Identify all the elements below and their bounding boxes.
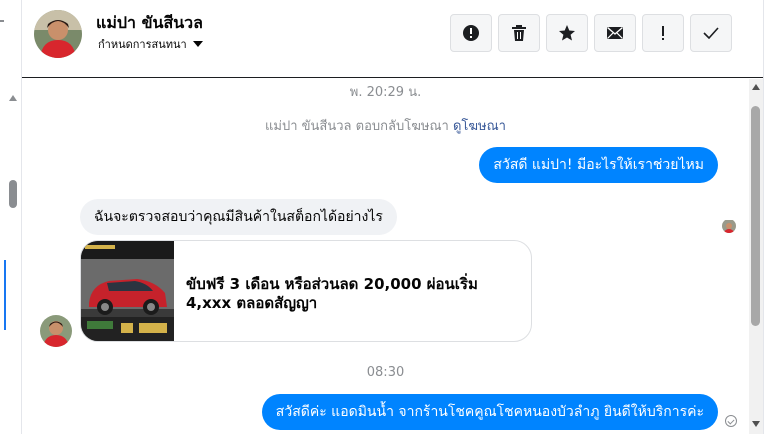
avatar[interactable] [40, 315, 72, 347]
conversation-toolbar [450, 14, 732, 52]
star-icon [559, 25, 575, 41]
chat-scrollbar-thumb[interactable] [751, 106, 760, 326]
left-scrollbar-thumb[interactable] [9, 180, 17, 208]
message-text: ฉันจะตรวจสอบว่าคุณมีสินค้าในสต็อกได้อย่า… [94, 209, 383, 225]
message-text: สวัสดี แม่ปา! มีอะไรให้เราช่วยไหม [493, 157, 704, 173]
alert-circle-icon [463, 25, 479, 41]
chat-scrollbar[interactable] [749, 79, 763, 434]
conversation-status-label: กำหนดการสนทนา [98, 38, 187, 51]
scroll-up-icon[interactable] [752, 84, 760, 90]
timestamp: 08:30 [366, 365, 405, 380]
panel-edge-mark [0, 20, 4, 22]
message-text: สวัสดีค่ะ แอดมินน้ำ จากร้านโชคคูณโชคหนอง… [275, 404, 704, 420]
timestamp: พ. 20:29 น. [349, 85, 422, 100]
ad-reply-text: แม่ปา ขันสีนวล ตอบกลับโฆษณา [265, 119, 449, 134]
ad-card-title: ขับฟรี 3 เดือน หรือส่วนลด 20,000 ผ่อนเริ… [186, 275, 478, 312]
check-icon [703, 27, 719, 39]
exclamation-icon [662, 26, 664, 40]
view-ad-link[interactable]: ดูโฆษณา [453, 119, 506, 134]
caret-down-icon [192, 41, 203, 47]
incoming-message: ฉันจะตรวจสอบว่าคุณมีสินค้าในสต็อกได้อย่า… [80, 199, 397, 235]
ad-card[interactable]: ขับฟรี 3 เดือน หรือส่วนลด 20,000 ผ่อนเริ… [80, 240, 532, 342]
ad-car-image [81, 241, 174, 341]
mark-done-button[interactable] [690, 14, 732, 52]
seen-avatar [722, 219, 736, 233]
scroll-down-icon[interactable] [752, 421, 760, 427]
outgoing-message: สวัสดี แม่ปา! มีอะไรให้เราช่วยไหม [479, 147, 718, 183]
star-button[interactable] [546, 14, 588, 52]
outgoing-message: สวัสดีค่ะ แอดมินน้ำ จากร้านโชคคูณโชคหนอง… [261, 394, 718, 430]
sent-check-icon [725, 415, 737, 427]
ad-reply-notice: แม่ปา ขันสีนวล ตอบกลับโฆษณา ดูโฆษณา [22, 115, 749, 136]
trash-icon [512, 25, 526, 41]
follow-up-button[interactable] [642, 14, 684, 52]
contact-name: แม่ปา ขันสีนวล [96, 13, 203, 32]
right-panel-edge [763, 0, 777, 434]
conversation-status-dropdown[interactable]: กำหนดการสนทนา [98, 35, 203, 53]
avatar[interactable] [34, 10, 82, 58]
left-panel-strip [0, 0, 22, 434]
delete-button[interactable] [498, 14, 540, 52]
envelope-icon [607, 26, 623, 39]
message-thread: พ. 20:29 น. แม่ปา ขันสีนวล ตอบกลับโฆษณา … [22, 79, 749, 434]
mark-spam-button[interactable] [450, 14, 492, 52]
mark-unread-button[interactable] [594, 14, 636, 52]
conversation-header: แม่ปา ขันสีนวล กำหนดการสนทนา [22, 0, 763, 78]
scroll-up-icon[interactable] [9, 95, 17, 101]
selected-indicator [4, 260, 6, 330]
